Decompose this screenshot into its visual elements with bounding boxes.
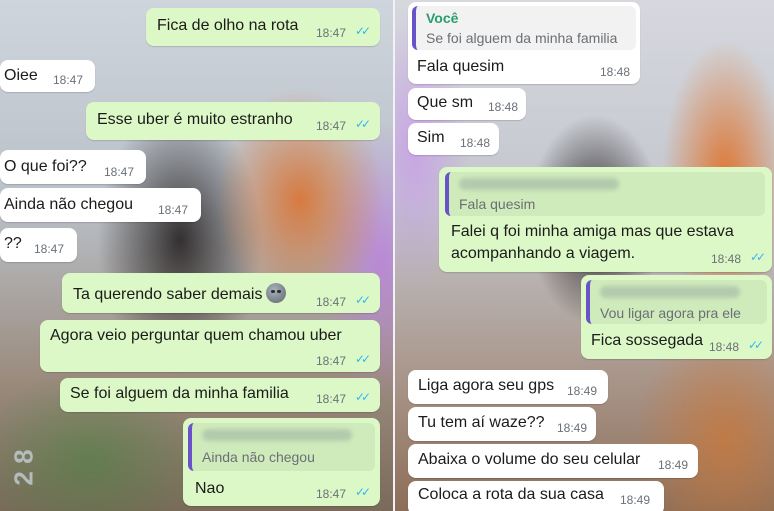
read-receipt-icon: ✓✓ xyxy=(355,117,371,131)
read-receipt-icon: ✓✓ xyxy=(355,352,371,366)
message-time: 18:47 xyxy=(316,487,347,501)
message-time: 18:49 xyxy=(620,493,651,507)
message-time: 18:49 xyxy=(658,458,689,472)
message-bubble-with-reply[interactable]: Fala quesim Falei q foi minha amiga mas … xyxy=(439,167,772,272)
message-time: 18:47 xyxy=(34,242,65,256)
quoted-text: Se foi alguem da minha familia xyxy=(426,30,618,46)
read-receipt-icon: ✓✓ xyxy=(750,250,766,264)
message-bubble[interactable]: Agora veio perguntar quem chamou uber 18… xyxy=(40,320,380,372)
message-text: Fica de olho na rota xyxy=(157,17,299,34)
quoted-text: Fala quesim xyxy=(459,196,536,212)
message-text: Fica sossegada xyxy=(591,332,704,349)
message-bubble[interactable]: Abaixa o volume do seu celular 18:49 xyxy=(408,444,698,478)
redacted-sender xyxy=(459,178,619,190)
redacted-sender xyxy=(600,286,740,298)
message-bubble[interactable]: ?? 18:47 xyxy=(0,228,77,262)
read-receipt-icon: ✓✓ xyxy=(355,293,371,307)
message-text: Esse uber é muito estranho xyxy=(97,111,293,128)
message-time: 18:48 xyxy=(711,252,742,266)
message-text: Sim xyxy=(417,129,445,146)
message-time: 18:47 xyxy=(316,119,347,133)
message-time: 18:49 xyxy=(567,384,598,398)
message-time: 18:47 xyxy=(316,354,347,368)
message-text: Fala quesim xyxy=(417,58,505,75)
message-text: Se foi alguem da minha familia xyxy=(70,385,289,402)
message-bubble[interactable]: Ta querendo saber demais 18:47 ✓✓ xyxy=(62,273,380,313)
message-text: Falei q foi minha amiga mas que estava xyxy=(451,223,734,240)
message-bubble-with-reply[interactable]: Você Se foi alguem da minha familia Fala… xyxy=(408,2,640,84)
message-time: 18:47 xyxy=(316,295,347,309)
quoted-message[interactable]: Vou ligar agora pra ele xyxy=(586,280,767,324)
message-time: 18:47 xyxy=(104,165,135,179)
message-time: 18:47 xyxy=(53,73,84,87)
message-text: Tu tem aí waze?? xyxy=(418,414,545,431)
message-time: 18:48 xyxy=(460,136,491,150)
left-chat-panel: Fica de olho na rota 18:47 ✓✓ Oiee 18:47… xyxy=(0,0,393,511)
read-receipt-icon: ✓✓ xyxy=(355,24,371,38)
right-chat-panel: Você Se foi alguem da minha familia Fala… xyxy=(395,0,774,511)
message-bubble-with-reply[interactable]: Ainda não chegou Nao 18:47 ✓✓ xyxy=(183,418,380,506)
message-text: Ta querendo saber demais xyxy=(73,283,287,304)
message-bubble[interactable]: O que foi?? 18:47 xyxy=(0,150,146,184)
message-text: Abaixa o volume do seu celular xyxy=(418,451,641,468)
message-text: Que sm xyxy=(417,94,474,111)
message-time: 18:48 xyxy=(488,100,519,114)
message-time: 18:47 xyxy=(316,26,347,40)
message-bubble[interactable]: Ainda não chegou 18:47 xyxy=(0,188,201,222)
message-text-line-2: acompanhando a viagem. xyxy=(451,245,636,262)
message-bubble[interactable]: Que sm 18:48 xyxy=(408,88,526,120)
message-text: Oiee xyxy=(4,67,38,84)
message-bubble[interactable]: Se foi alguem da minha familia 18:47 ✓✓ xyxy=(60,378,380,412)
message-text: Agora veio perguntar quem chamou uber xyxy=(50,327,342,344)
message-text: Nao xyxy=(195,480,225,497)
message-text: ?? xyxy=(4,235,22,252)
watermark-text: 2 8 xyxy=(8,449,39,486)
redacted-sender xyxy=(202,429,352,441)
message-bubble[interactable]: Liga agora seu gps 18:49 xyxy=(408,370,608,404)
quoted-sender: Você xyxy=(426,10,459,26)
neutral-face-icon xyxy=(266,283,287,303)
quoted-message[interactable]: Ainda não chegou xyxy=(188,423,375,471)
message-time: 18:48 xyxy=(600,65,631,79)
message-bubble[interactable]: Tu tem aí waze?? 18:49 xyxy=(408,407,596,441)
message-text: Liga agora seu gps xyxy=(418,377,555,394)
message-text-content: Ta querendo saber demais xyxy=(73,286,263,303)
message-bubble[interactable]: Coloca a rota da sua casa 18:49 xyxy=(408,481,664,511)
quoted-message[interactable]: Fala quesim xyxy=(445,172,765,216)
chat-screenshot-collage: Fica de olho na rota 18:47 ✓✓ Oiee 18:47… xyxy=(0,0,774,511)
message-text: O que foi?? xyxy=(4,158,87,175)
read-receipt-icon: ✓✓ xyxy=(355,390,371,404)
read-receipt-icon: ✓✓ xyxy=(355,485,371,499)
quoted-message[interactable]: Você Se foi alguem da minha familia xyxy=(412,6,636,50)
message-bubble[interactable]: Fica de olho na rota 18:47 ✓✓ xyxy=(146,8,380,46)
message-time: 18:47 xyxy=(158,203,189,217)
message-text: Coloca a rota da sua casa xyxy=(418,486,604,503)
read-receipt-icon: ✓✓ xyxy=(748,338,764,352)
quoted-text: Ainda não chegou xyxy=(202,449,315,465)
message-bubble-with-reply[interactable]: Vou ligar agora pra ele Fica sossegada 1… xyxy=(581,275,772,359)
message-bubble[interactable]: Oiee 18:47 xyxy=(0,60,95,92)
quoted-text: Vou ligar agora pra ele xyxy=(600,305,741,321)
message-bubble[interactable]: Sim 18:48 xyxy=(408,123,499,155)
message-time: 18:49 xyxy=(557,421,588,435)
message-text: Ainda não chegou xyxy=(4,196,133,213)
message-time: 18:47 xyxy=(316,392,347,406)
message-time: 18:48 xyxy=(709,340,740,354)
message-bubble[interactable]: Esse uber é muito estranho 18:47 ✓✓ xyxy=(86,102,380,140)
